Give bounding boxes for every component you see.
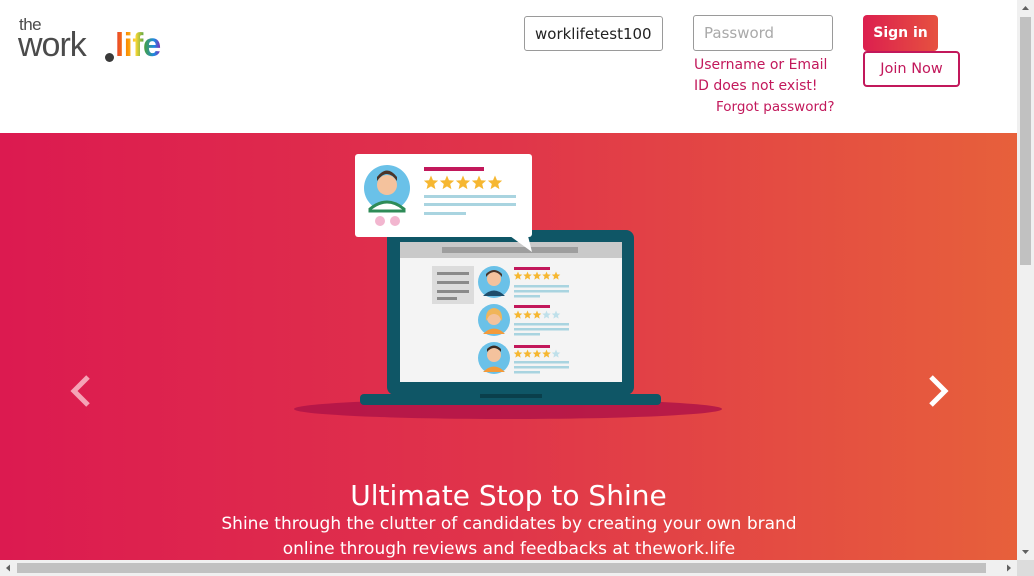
hero-carousel: Ultimate Stop to Shine Shine through the… [0,133,1017,560]
scroll-up-icon[interactable] [1017,0,1034,17]
scroll-down-icon[interactable] [1017,543,1034,560]
logo-dot [105,53,114,62]
sign-in-button[interactable]: Sign in [863,15,938,51]
laptop-notch [480,394,542,398]
logo-work-text: work [18,26,87,64]
password-input[interactable] [693,15,833,51]
site-header: the work life Username or Email ID does … [0,0,1017,133]
screen-bar-line [442,247,578,253]
chevron-left-icon [70,375,90,407]
chevron-right-icon [929,375,949,407]
laptop-screen [400,242,622,382]
thework-life-logo[interactable]: the work life [18,16,178,64]
horizontal-scroll-thumb[interactable] [17,563,986,573]
horizontal-scrollbar[interactable] [0,560,1017,576]
forgot-password-link[interactable]: Forgot password? [716,99,835,115]
scrollbar-corner [1017,560,1034,576]
scroll-left-icon[interactable] [0,560,17,576]
join-now-button[interactable]: Join Now [863,51,960,87]
hero-title: Ultimate Stop to Shine [350,479,667,512]
carousel-next-button[interactable] [917,371,957,411]
login-error-message: Username or Email ID does not exist! [694,57,828,94]
vertical-scrollbar[interactable] [1017,0,1034,560]
logo-life-text: life [115,26,161,63]
vertical-scroll-thumb[interactable] [1020,17,1031,265]
hero-subtitle: Shine through the clutter of candidates … [221,514,797,559]
scroll-right-icon[interactable] [1000,560,1017,576]
username-input[interactable] [524,16,663,51]
carousel-prev-button[interactable] [62,371,102,411]
